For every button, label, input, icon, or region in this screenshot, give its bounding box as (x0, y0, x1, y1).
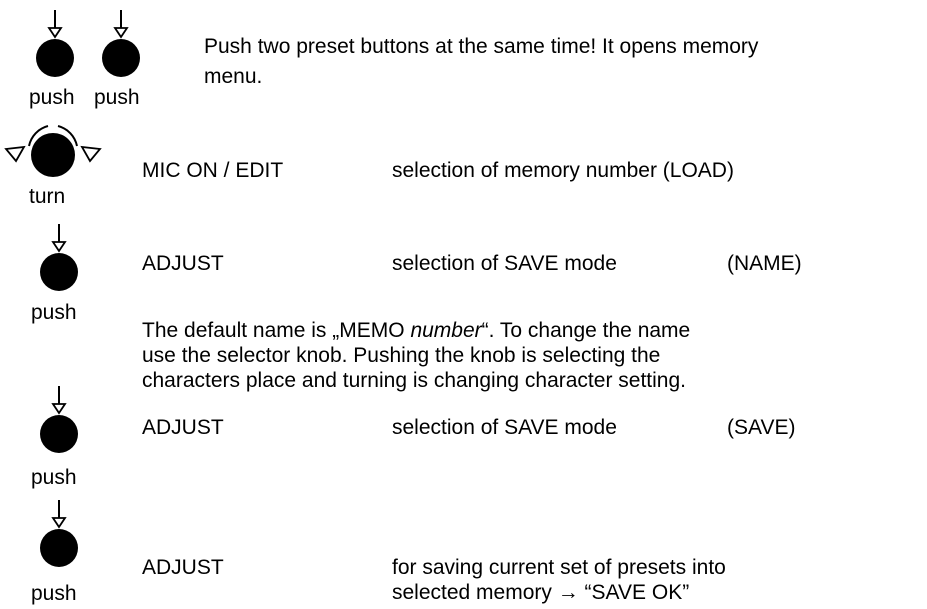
action-text-line-2: selected memory → “SAVE OK” (392, 581, 690, 604)
push-label: push (31, 582, 77, 605)
push-label: push (31, 301, 77, 324)
intro-text-line-2: menu. (204, 65, 263, 88)
turn-label: turn (29, 185, 66, 208)
control-name: ADJUST (142, 556, 224, 579)
note-line-2: use the selector knob. Pushing the knob … (142, 344, 661, 367)
mode-text: (SAVE) (727, 416, 796, 439)
push-label: push (31, 466, 77, 489)
action-text: selection of SAVE mode (392, 416, 617, 439)
intro-text-line-1: Push two preset buttons at the same time… (204, 35, 759, 58)
push-label: push (94, 86, 140, 109)
mode-text: (NAME) (727, 252, 802, 275)
turn-knob-icon (4, 125, 102, 177)
control-name: ADJUST (142, 252, 224, 275)
default-name-note: The default name is „MEMO number“. To ch… (142, 318, 690, 393)
push-knob-icon (40, 224, 78, 291)
note-line-3: characters place and turning is changing… (142, 369, 686, 392)
push-knob-icon (40, 386, 78, 453)
push-label: push (29, 86, 75, 109)
control-name: MIC ON / EDIT (142, 159, 284, 182)
action-text: selection of memory number (LOAD) (392, 159, 734, 182)
note-line-1: The default name is „MEMO number“. To ch… (142, 319, 691, 342)
push-knob-icon (40, 500, 78, 567)
action-text-line-1: for saving current set of presets into (392, 556, 726, 579)
push-button-icon (102, 10, 140, 77)
push-button-icon (36, 10, 74, 77)
control-name: ADJUST (142, 416, 224, 439)
action-text: selection of SAVE mode (392, 252, 617, 275)
